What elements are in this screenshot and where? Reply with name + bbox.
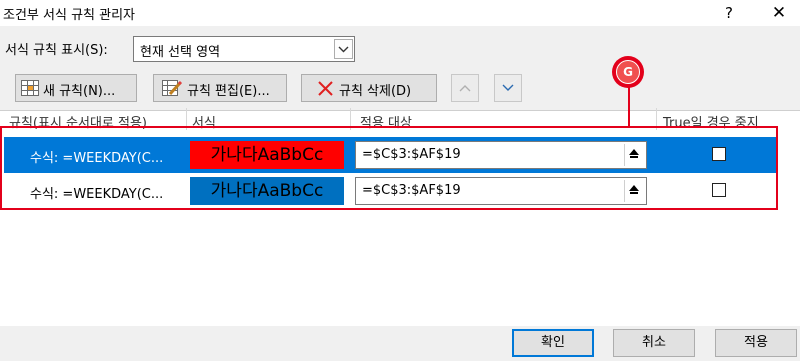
chevron-down-icon[interactable] (334, 39, 353, 59)
ok-button[interactable]: 확인 (512, 329, 594, 357)
help-button[interactable]: ? (716, 0, 742, 26)
dialog-title: 조건부 서식 규칙 관리자 (3, 8, 135, 23)
close-button[interactable]: ✕ (762, 0, 796, 26)
chevron-down-icon (502, 84, 514, 91)
annotation-connector (628, 86, 630, 126)
delete-icon (318, 81, 333, 96)
delete-rule-label: 규칙 삭제(D) (339, 84, 412, 99)
delete-rule-button[interactable]: 규칙 삭제(D) (301, 74, 437, 102)
move-down-button[interactable] (494, 74, 522, 102)
annotation-highlight-box (0, 126, 778, 210)
show-rules-selected-value: 현재 선택 영역 (140, 45, 221, 60)
edit-rule-label: 규칙 편집(E)... (187, 84, 270, 99)
apply-button[interactable]: 적용 (715, 329, 797, 357)
annotation-marker: G (612, 56, 644, 88)
edit-rule-icon (162, 80, 182, 96)
new-rule-icon (21, 80, 39, 96)
show-rules-label: 서식 규칙 표시(S): (5, 43, 108, 58)
cancel-button[interactable]: 취소 (613, 329, 695, 357)
annotation-label: G (616, 60, 640, 84)
edit-rule-button[interactable]: 규칙 편집(E)... (153, 74, 287, 102)
chevron-up-icon (459, 85, 471, 92)
new-rule-button[interactable]: 새 규칙(N)... (15, 74, 137, 102)
move-up-button[interactable] (451, 74, 479, 102)
show-rules-dropdown[interactable]: 현재 선택 영역 (133, 36, 355, 62)
new-rule-label: 새 규칙(N)... (43, 84, 116, 99)
